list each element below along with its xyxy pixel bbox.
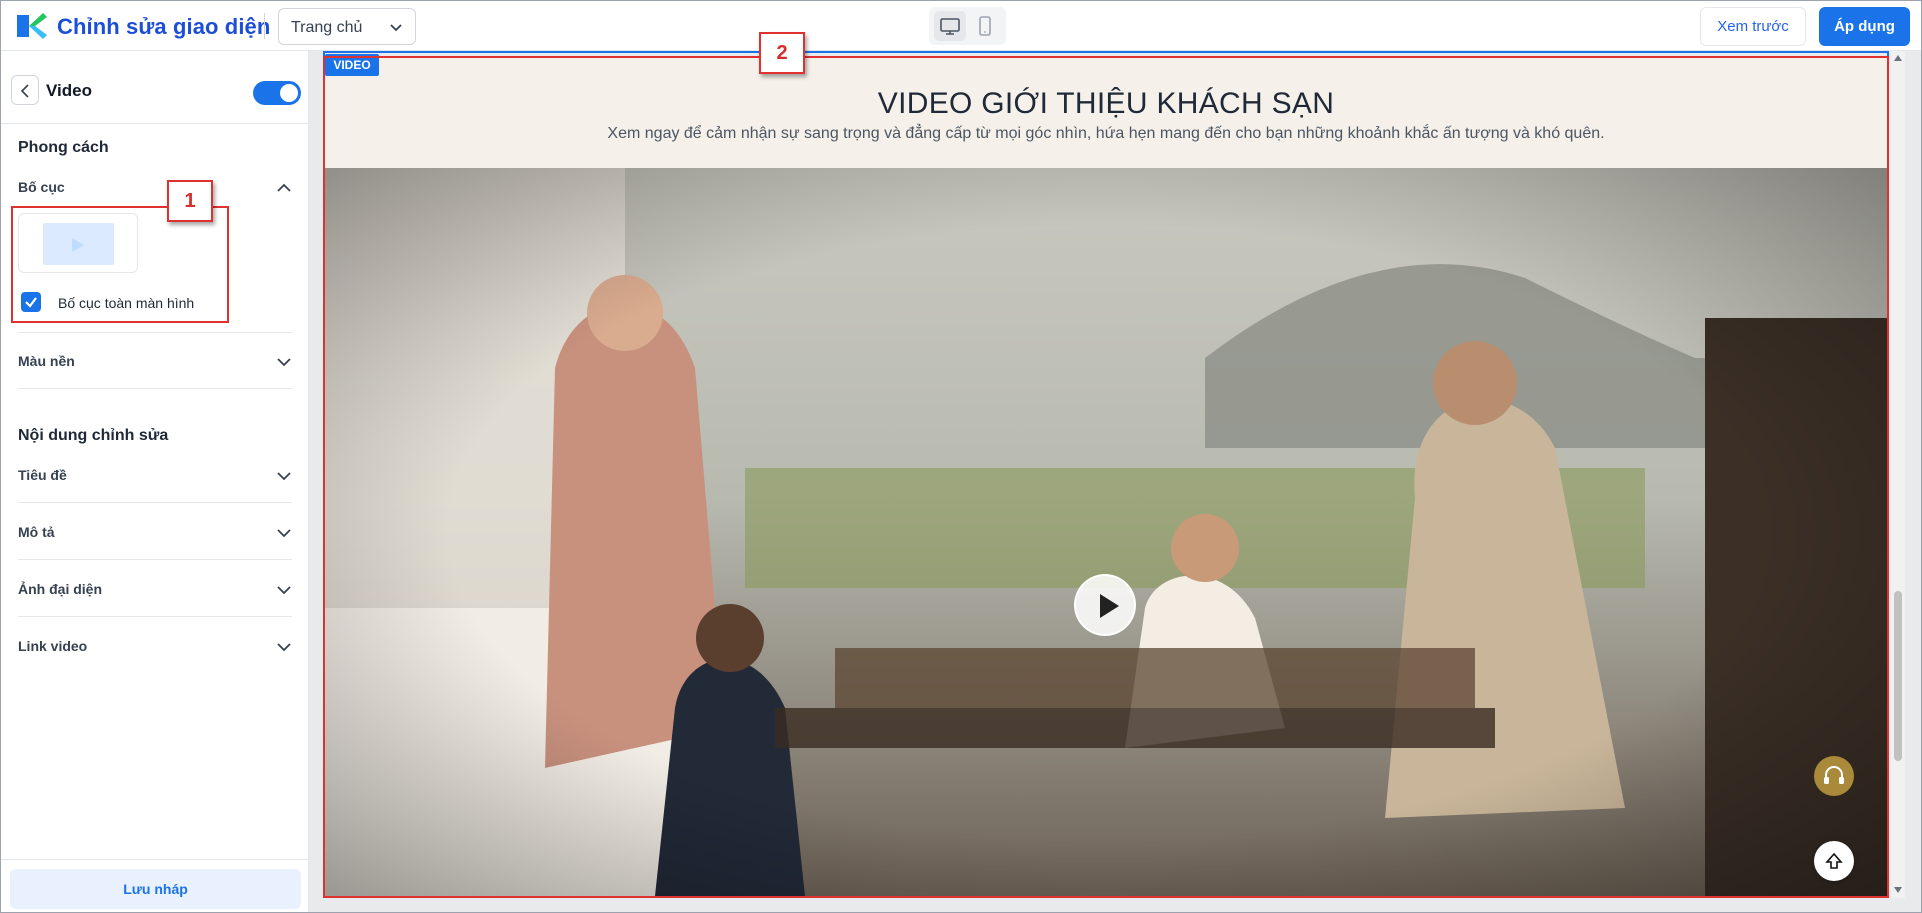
back-button[interactable] (11, 75, 39, 105)
app-title: Chỉnh sửa giao diện (57, 14, 271, 39)
desktop-view-button[interactable] (934, 11, 966, 41)
scrollbar-thumb[interactable] (1894, 591, 1902, 761)
style-section-title: Phong cách (18, 139, 109, 156)
divider (1, 859, 309, 860)
content-item-title[interactable]: Tiêu đề (18, 447, 292, 503)
scroll-up-arrow-icon (1894, 55, 1902, 61)
annotation-badge-1: 1 (167, 180, 213, 222)
desktop-icon (940, 18, 960, 35)
content-item-description[interactable]: Mô tả (18, 504, 292, 560)
layout-label: Bố cục (18, 179, 65, 195)
chevron-down-icon (277, 529, 291, 538)
divider (264, 13, 265, 39)
editor-window: Chỉnh sửa giao diện Trang chủ Xem trước … (0, 0, 1922, 913)
annotation-box-1 (11, 206, 229, 323)
section-enable-toggle[interactable] (253, 81, 301, 105)
content-item-label: Ảnh đại diện (18, 581, 102, 597)
content-item-label: Link video (18, 638, 88, 654)
settings-sidebar: Video Phong cách Bố cục Bố cục toàn màn … (1, 51, 309, 912)
chevron-down-icon (277, 472, 291, 481)
chevron-up-icon (277, 183, 291, 192)
canvas-scrollbar[interactable] (1891, 51, 1905, 898)
toggle-knob (280, 84, 298, 102)
scroll-down-arrow-icon (1894, 887, 1902, 893)
chevron-left-icon (20, 84, 29, 98)
page-select-value: Trang chủ (291, 19, 363, 36)
content-item-label: Tiêu đề (18, 467, 67, 483)
bg-color-label: Màu nền (18, 353, 75, 369)
content-item-label: Mô tả (18, 524, 55, 540)
content-section-title: Nội dung chỉnh sửa (18, 427, 169, 444)
mobile-icon (979, 16, 991, 36)
annotation-badge-2: 2 (759, 32, 805, 74)
content-item-thumbnail[interactable]: Ảnh đại diện (18, 561, 292, 617)
bg-color-accordion[interactable]: Màu nền (18, 333, 292, 389)
sidebar-header: Video (1, 51, 309, 124)
save-draft-button[interactable]: Lưu nháp (10, 869, 301, 909)
annotation-box-2 (323, 56, 1889, 898)
chevron-down-icon (277, 358, 291, 367)
chevron-down-icon (390, 24, 402, 32)
page-select[interactable]: Trang chủ (278, 8, 416, 45)
preview-button[interactable]: Xem trước (1700, 7, 1806, 46)
mobile-view-button[interactable] (969, 11, 1001, 41)
logo-icon (17, 13, 47, 39)
sidebar-title: Video (46, 81, 92, 100)
device-switcher (929, 7, 1006, 45)
top-bar: Chỉnh sửa giao diện Trang chủ Xem trước … (1, 1, 1921, 51)
chevron-down-icon (277, 586, 291, 595)
content-item-video-link[interactable]: Link video (18, 618, 292, 674)
apply-button[interactable]: Áp dụng (1819, 7, 1910, 46)
chevron-down-icon (277, 643, 291, 652)
